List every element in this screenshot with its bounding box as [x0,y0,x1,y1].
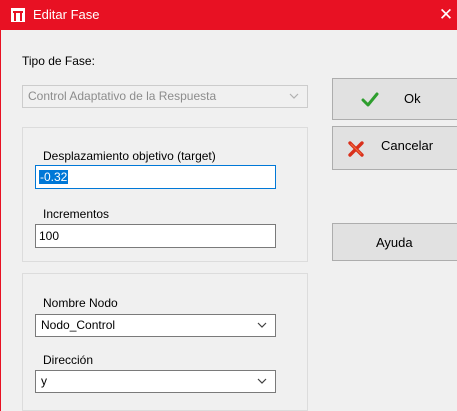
close-icon[interactable]: ✕ [434,0,457,30]
phase-type-value: Control Adaptativo de la Respuesta [28,89,217,103]
edit-phase-dialog: Editar Fase ✕ Tipo de Fase: Control Adap… [0,0,457,411]
direction-value: y [41,374,47,388]
dialog-client-area: Tipo de Fase: Control Adaptativo de la R… [1,30,457,411]
phase-type-label: Tipo de Fase: [22,54,95,68]
phase-type-select[interactable]: Control Adaptativo de la Respuesta [22,85,308,108]
displacement-target-value: -0.32 [39,170,69,184]
help-button-label: Ayuda [376,235,413,250]
target-group: Desplazamiento objetivo (target) -0.32 I… [22,127,308,262]
cancel-button-label: Cancelar [381,138,434,153]
increments-input[interactable]: 100 [35,224,276,248]
node-name-value: Nodo_Control [41,318,116,332]
red-x-icon [348,141,364,157]
window-title: Editar Fase [33,7,100,22]
chevron-down-icon [257,322,267,328]
displacement-target-label: Desplazamiento objetivo (target) [43,149,216,163]
increments-value: 100 [39,229,60,243]
checkmark-icon [361,92,379,107]
increments-label: Incrementos [43,207,110,221]
displacement-target-input[interactable]: -0.32 [35,165,276,189]
direction-select[interactable]: y [35,370,276,393]
node-name-label: Nombre Nodo [43,296,118,310]
help-button[interactable]: Ayuda [332,223,457,261]
node-group: Nombre Nodo Nodo_Control Dirección y [22,273,308,411]
ok-button-label: Ok [404,91,421,106]
ok-button[interactable]: Ok [332,78,457,120]
chevron-down-icon [289,93,299,99]
direction-label: Dirección [43,353,94,367]
window-app-icon [11,8,25,22]
cancel-button[interactable]: Cancelar [332,126,457,170]
node-name-select[interactable]: Nodo_Control [35,314,276,337]
title-bar[interactable]: Editar Fase ✕ [1,0,457,30]
chevron-down-icon [257,378,267,384]
